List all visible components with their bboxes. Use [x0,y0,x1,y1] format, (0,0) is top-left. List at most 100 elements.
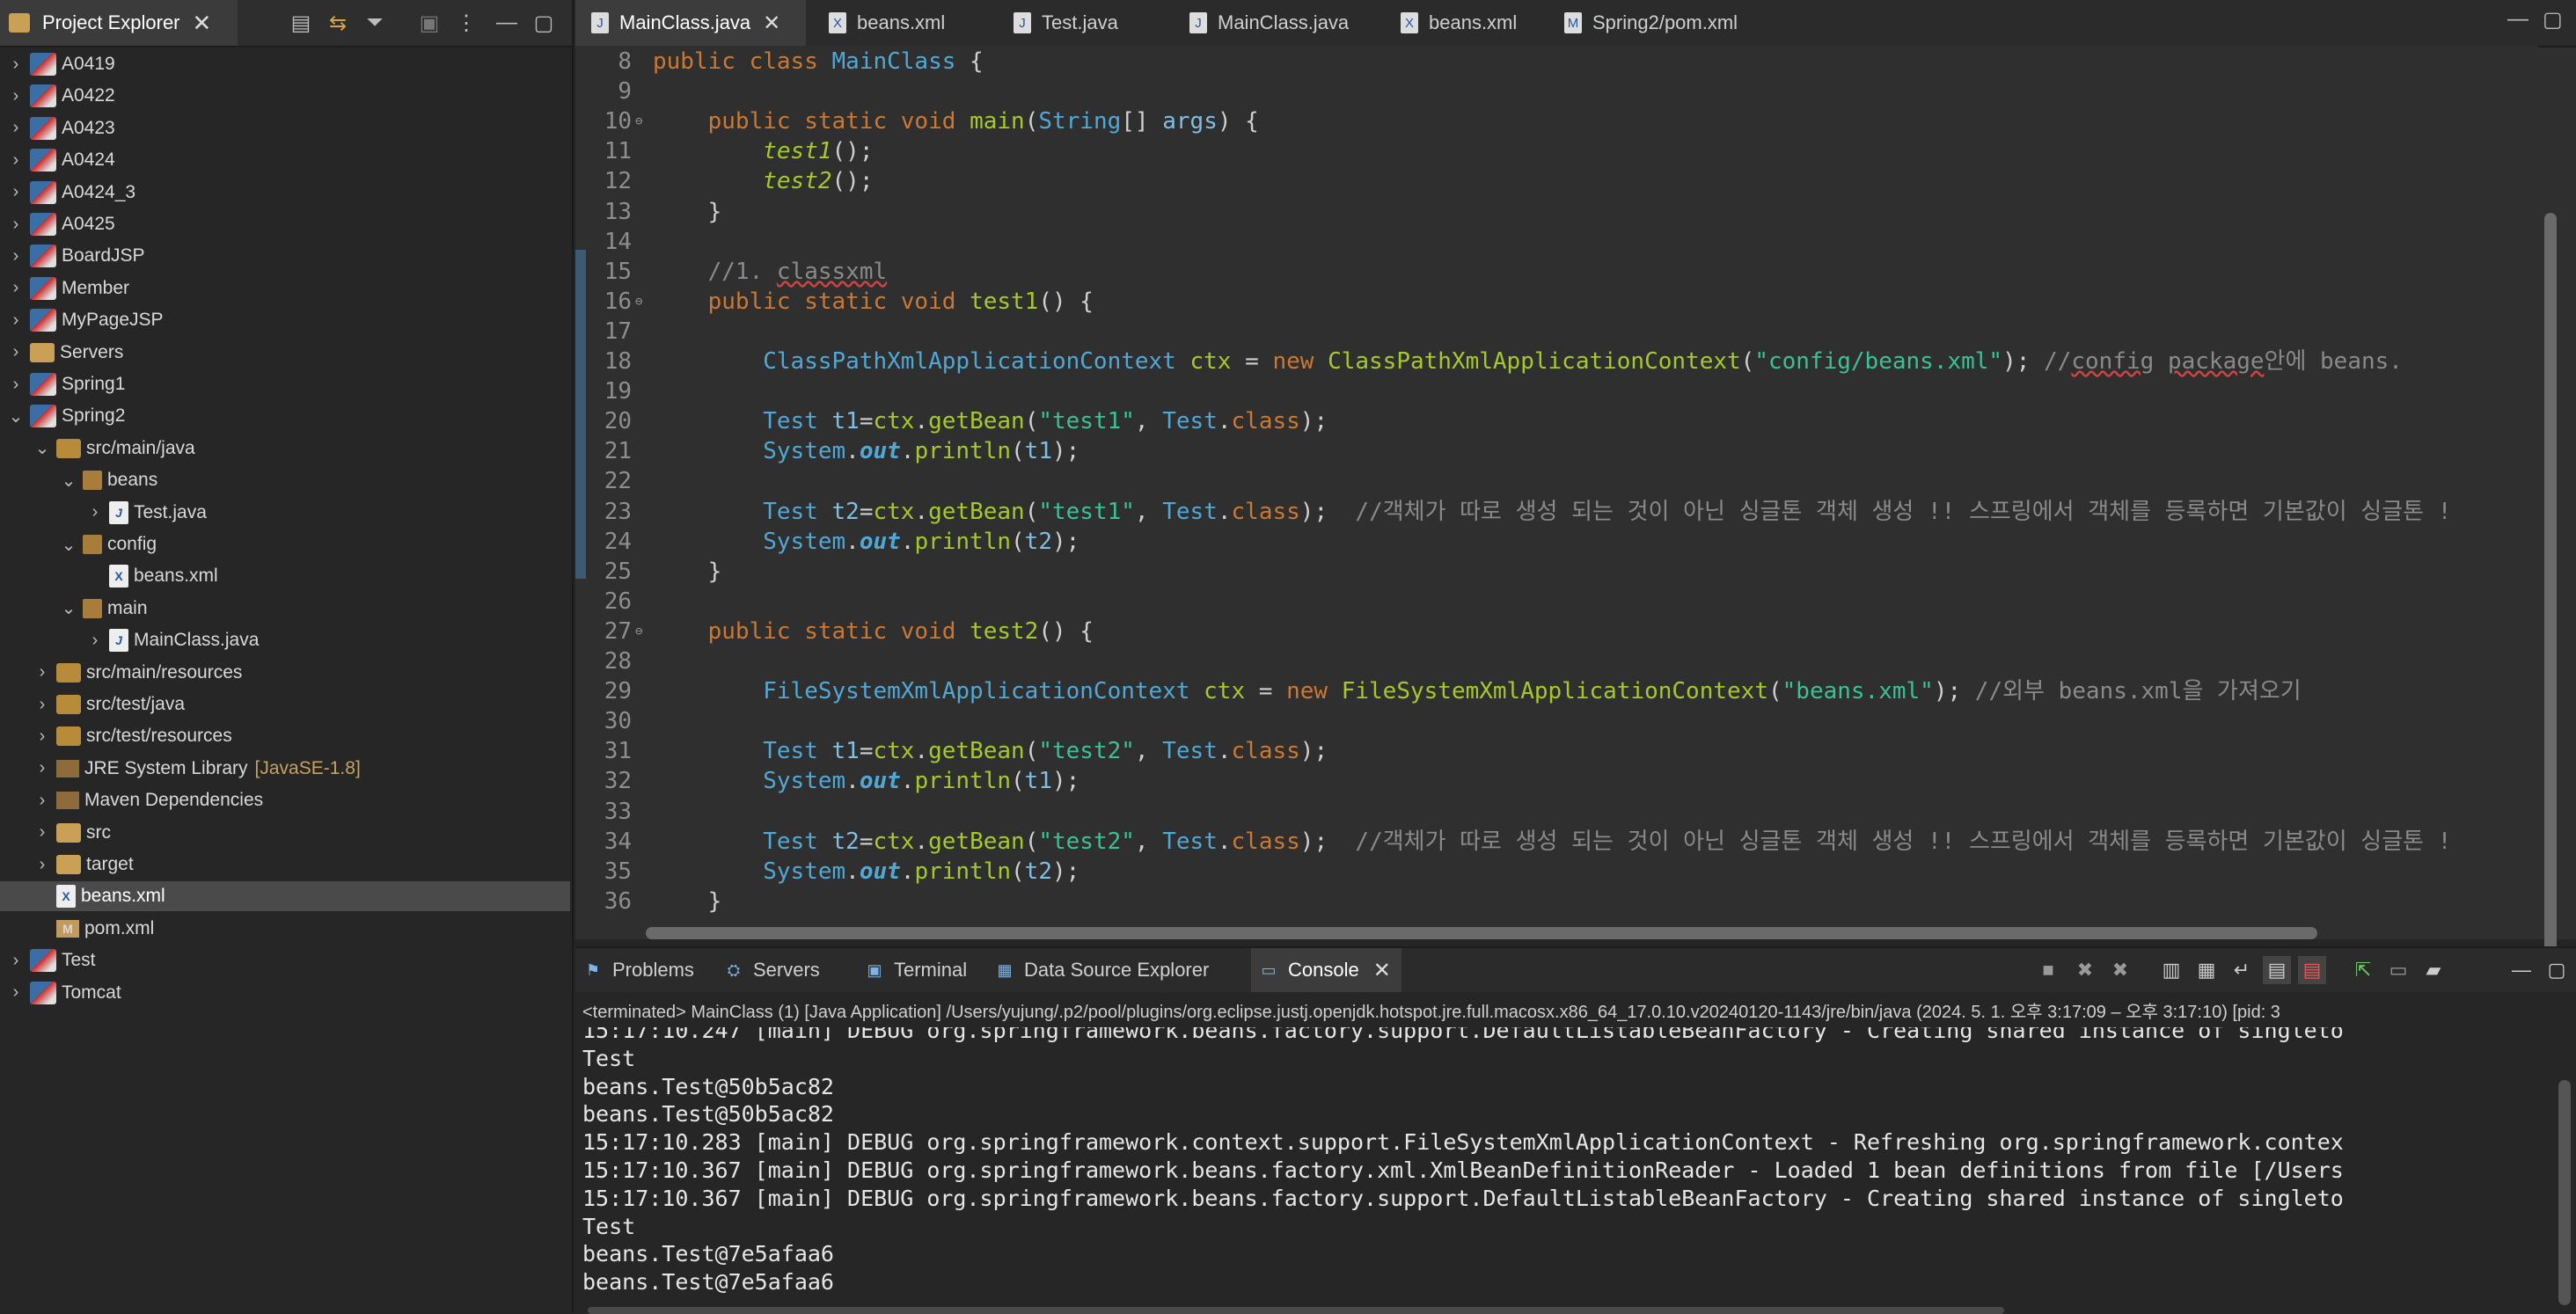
bottom-tab[interactable]: ▣ Terminal [857,948,977,992]
tree-item[interactable]: ⌄ main [0,594,570,624]
maximize-icon[interactable]: ▢ [2543,956,2571,984]
chevron-right-icon[interactable]: › [33,791,51,811]
editor-tab[interactable]: J MainClass.java [1174,0,1376,46]
minimize-icon[interactable]: — [493,9,521,37]
tree-item[interactable]: ⌄ beans [0,465,570,495]
chevron-right-icon[interactable]: › [86,631,104,651]
minimize-icon[interactable]: — [2507,956,2536,984]
scroll-lock-icon[interactable]: ▦ [2192,956,2221,984]
show-on-stderr-icon[interactable]: ▤ [2298,956,2326,984]
editor-tab[interactable]: J MainClass.java ✕ [575,0,806,46]
tree-item[interactable]: › A0422 [0,81,570,111]
maximize-icon[interactable]: ▢ [530,9,558,37]
console-horizontal-scrollbar[interactable] [588,1307,2004,1314]
editor-vertical-scrollbar[interactable] [2543,46,2560,969]
chevron-right-icon[interactable]: › [7,86,25,106]
tree-item[interactable]: › JRE System Library [JavaSE-1.8] [0,754,570,784]
tree-item[interactable]: ⌄ config [0,529,570,559]
open-console-icon[interactable]: ▰ [2419,956,2448,984]
chevron-right-icon[interactable]: › [7,278,25,298]
editor-tab[interactable]: Xbeans.xml [1385,0,1540,46]
chevron-right-icon[interactable]: › [33,726,51,747]
chevron-right-icon[interactable]: › [7,215,25,235]
bottom-tab[interactable]: ⛭ Servers [716,948,831,992]
fold-toggle-icon[interactable]: ⊖ [635,106,642,136]
tree-item[interactable]: Xbeans.xml [0,881,570,912]
display-console-icon[interactable]: ▭ [2384,956,2412,984]
chevron-right-icon[interactable]: › [86,502,104,522]
tree-item[interactable]: › A0425 [0,209,570,239]
tree-item[interactable]: › src [0,818,570,848]
tree-item[interactable]: Xbeans.xml [0,561,570,591]
remove-all-terminated-icon[interactable]: ✖ [2106,956,2134,984]
tree-item[interactable]: › A0423 [0,113,570,143]
chevron-right-icon[interactable]: › [7,342,25,362]
chevron-right-icon[interactable]: › [7,118,25,138]
pin-console-icon[interactable]: ⇱ [2349,956,2377,984]
chevron-down-icon[interactable]: ⌄ [60,470,77,492]
chevron-down-icon[interactable]: ⌄ [60,597,77,619]
link-with-editor-icon[interactable]: ⇆ [324,9,352,37]
tree-item[interactable]: ⌄ Spring2 [0,401,570,431]
tree-item[interactable]: › src/test/resources [0,721,570,751]
show-on-stdout-icon[interactable]: ▤ [2263,956,2291,984]
maximize-icon[interactable]: ▢ [2543,7,2563,33]
bottom-tab[interactable]: ▦ Data Source Explorer [987,948,1219,992]
code-editor[interactable]: 8 9 10 ⊖ 11 12 13 14 15 16 ⊖ 17 18 19 20 21 22 23 24 25 26 27… [575,46,2537,916]
chevron-right-icon[interactable]: › [33,855,51,875]
tree-item[interactable]: › A0424 [0,145,570,175]
tree-item[interactable]: › MyPageJSP [0,305,570,335]
editor-tab[interactable]: J Test.java [998,0,1165,46]
chevron-right-icon[interactable]: › [7,310,25,331]
chevron-right-icon[interactable]: › [33,758,51,778]
terminate-icon[interactable]: ■ [2034,956,2062,984]
tab-project-explorer[interactable]: Project Explorer ✕ [0,0,238,46]
chevron-right-icon[interactable]: › [7,375,25,395]
fold-toggle-icon[interactable]: ⊖ [635,617,642,646]
tree-item[interactable]: › J MainClass.java [0,625,570,655]
console-output[interactable]: 15:17:10.247 [main] DEBUG org.springfram… [582,1027,2553,1309]
tree-item[interactable]: › Tomcat [0,978,570,1008]
tree-item[interactable]: › src/test/java [0,690,570,719]
tree-item[interactable]: › Test [0,945,570,975]
editor-tab[interactable]: Xbeans.xml [813,0,989,46]
chevron-down-icon[interactable]: ⌄ [60,534,77,556]
tree-item[interactable]: › J Test.java [0,498,570,528]
close-icon[interactable]: ✕ [763,11,780,36]
tree-item[interactable]: › BoardJSP [0,241,570,271]
tree-item[interactable]: › A0419 [0,49,570,79]
editor-horizontal-scrollbar[interactable] [646,927,2576,939]
console-vertical-scrollbar[interactable] [2558,1080,2571,1305]
collapse-all-icon[interactable]: ▤ [287,9,315,37]
chevron-right-icon[interactable]: › [33,822,51,843]
tree-item[interactable]: › A0424_3 [0,178,570,208]
bottom-tab[interactable]: ⚑ Problems [575,948,705,992]
filter-icon[interactable]: ⏷ [361,9,389,37]
chevron-right-icon[interactable]: › [33,695,51,715]
tree-item[interactable]: ⌄ src/main/java [0,434,570,464]
remove-launch-icon[interactable]: ✖ [2071,956,2099,984]
tree-item[interactable]: › Servers [0,338,570,368]
close-icon[interactable]: ✕ [1373,958,1391,983]
chevron-right-icon[interactable]: › [7,982,25,1003]
chevron-down-icon[interactable]: ⌄ [33,437,51,459]
tree-item[interactable]: › target [0,850,570,880]
tree-item[interactable]: › Maven Dependencies [0,785,570,815]
focus-icon[interactable]: ▣ [415,9,443,37]
chevron-right-icon[interactable]: › [7,150,25,171]
minimize-icon[interactable]: — [2507,7,2528,32]
chevron-right-icon[interactable]: › [7,951,25,971]
bottom-tab[interactable]: ▭ Console ✕ [1251,948,1401,992]
word-wrap-icon[interactable]: ↵ [2228,956,2256,984]
tree-item[interactable]: › Spring1 [0,369,570,399]
tree-item[interactable]: › src/main/resources [0,658,570,688]
chevron-right-icon[interactable]: › [7,246,25,266]
editor-tab[interactable]: M Spring2/pom.xml [1548,0,1777,46]
chevron-right-icon[interactable]: › [33,662,51,683]
view-menu-icon[interactable]: ⋮ [452,9,480,37]
clear-console-icon[interactable]: ▥ [2157,956,2185,984]
tree-item[interactable]: › Member [0,274,570,303]
close-icon[interactable]: ✕ [193,10,212,37]
tree-item[interactable]: Mpom.xml [0,914,570,944]
chevron-down-icon[interactable]: ⌄ [7,405,25,427]
